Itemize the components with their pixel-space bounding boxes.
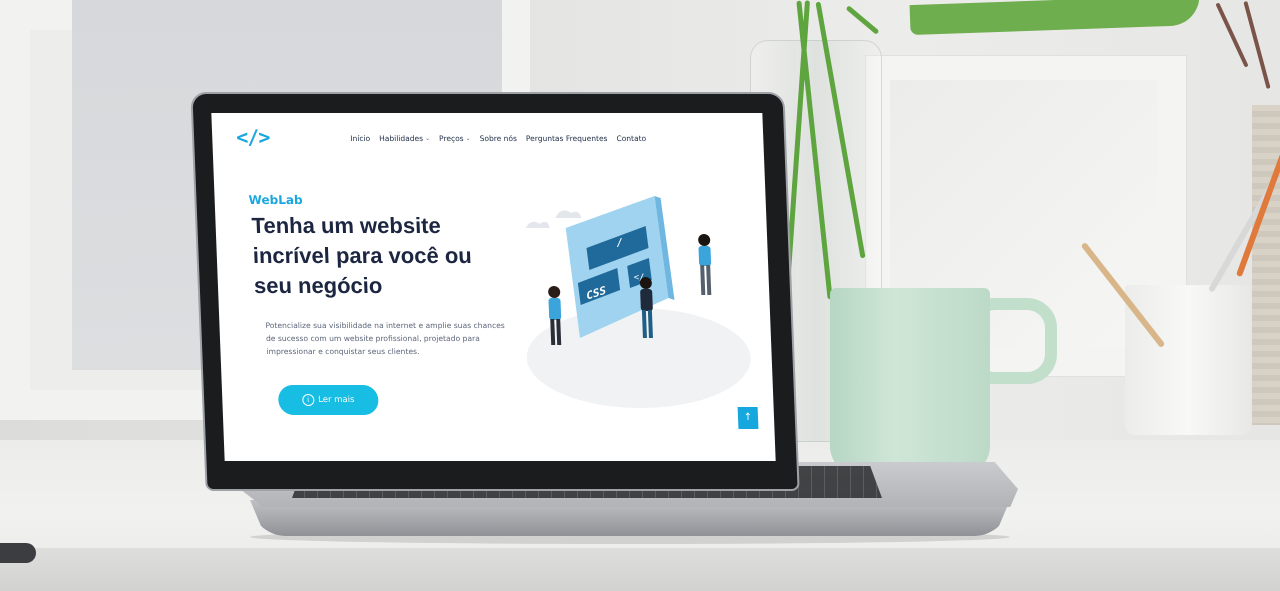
- desk-edge: [0, 548, 1280, 591]
- nav-item-perguntas[interactable]: Perguntas Frequentes: [526, 134, 608, 143]
- hero-illustration: CSS / </: [525, 196, 751, 408]
- nav-item-precos[interactable]: Preços ⌄: [439, 134, 471, 143]
- nav-item-label: Contato: [616, 134, 647, 143]
- back-to-top-button[interactable]: ↑: [737, 407, 759, 429]
- chevron-down-icon: ⌄: [465, 135, 471, 142]
- brand-name: WebLab: [248, 193, 303, 207]
- site-logo[interactable]: </>: [236, 125, 270, 149]
- read-more-button[interactable]: i Ler mais: [277, 385, 379, 415]
- site-nav: Início Habilidades ⌄ Preços ⌄ Sobre nós …: [350, 134, 646, 143]
- nav-item-label: Habilidades: [378, 134, 424, 143]
- laptop-screen: </> Início Habilidades ⌄ Preços ⌄ Sobre …: [211, 113, 776, 461]
- photo-scene: </> Início Habilidades ⌄ Preços ⌄ Sobre …: [0, 0, 1280, 591]
- hero-headline: Tenha um website incrível para você ou s…: [251, 213, 473, 298]
- nav-item-label: Início: [350, 134, 371, 143]
- pen-cup: [1125, 285, 1251, 435]
- arrow-up-icon: ↑: [743, 412, 753, 423]
- cloud-shape: [555, 210, 582, 218]
- mouse: [0, 543, 36, 563]
- nav-item-label: Preços: [438, 134, 464, 143]
- nav-item-label: Perguntas Frequentes: [525, 134, 608, 143]
- info-icon: i: [301, 394, 315, 406]
- woven-basket: [1252, 105, 1280, 425]
- nav-item-label: Sobre nós: [479, 134, 518, 143]
- nav-item-sobre-nos[interactable]: Sobre nós: [479, 134, 517, 143]
- nav-item-habilidades[interactable]: Habilidades ⌄: [379, 134, 430, 143]
- mint-mug: [830, 288, 990, 476]
- cloud-shape: [525, 221, 550, 228]
- chevron-down-icon: ⌄: [424, 135, 431, 142]
- nav-item-inicio[interactable]: Início: [350, 134, 370, 143]
- person-right: [698, 234, 712, 295]
- hero-description: Potencialize sua visibilidade na interne…: [265, 321, 505, 356]
- read-more-label: Ler mais: [317, 395, 355, 405]
- nav-item-contato[interactable]: Contato: [616, 134, 646, 143]
- slash-label: /: [616, 236, 623, 249]
